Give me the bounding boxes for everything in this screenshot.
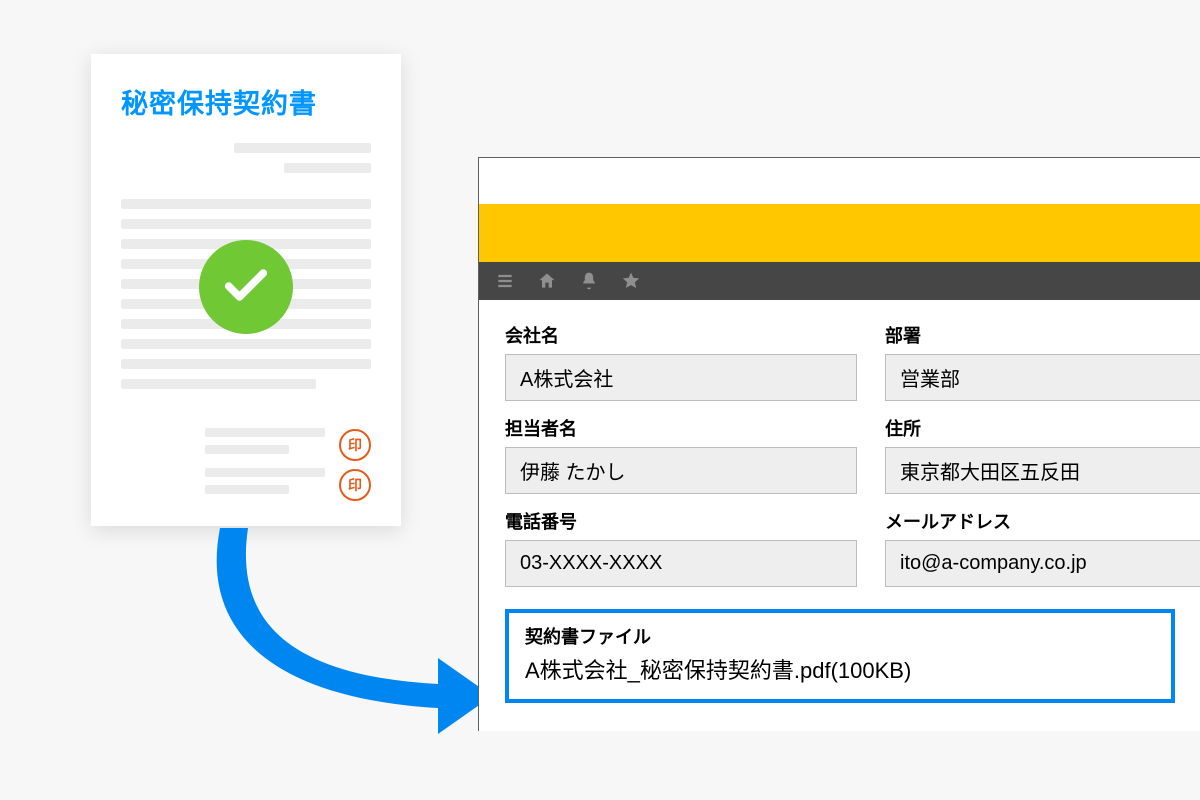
home-icon[interactable] (537, 271, 557, 291)
field-department: 部署 営業部 (885, 322, 1200, 401)
menu-icon[interactable] (495, 271, 515, 291)
form-body: 会社名 A株式会社 部署 営業部 担当者名 伊藤 たかし 住所 東京都大田区五反… (479, 300, 1200, 731)
window-toolbar (479, 262, 1200, 300)
document-body-lines (121, 199, 371, 399)
field-label: 担当者名 (505, 415, 857, 441)
company-input[interactable]: A株式会社 (505, 354, 857, 401)
signature-line-group (205, 468, 325, 502)
department-input[interactable]: 営業部 (885, 354, 1200, 401)
app-window: 会社名 A株式会社 部署 営業部 担当者名 伊藤 たかし 住所 東京都大田区五反… (478, 157, 1200, 731)
check-icon (220, 259, 272, 316)
check-badge (199, 240, 293, 334)
field-company: 会社名 A株式会社 (505, 322, 857, 401)
person-input[interactable]: 伊藤 たかし (505, 447, 857, 494)
window-titlebar (479, 158, 1200, 204)
stamp-icon: 印 (339, 469, 371, 501)
stamp-icon: 印 (339, 429, 371, 461)
field-person: 担当者名 伊藤 たかし (505, 415, 857, 494)
field-phone: 電話番号 03-XXXX-XXXX (505, 508, 857, 587)
field-label: メールアドレス (885, 508, 1200, 534)
window-header-bar (479, 204, 1200, 262)
stamp-section: 印 印 (121, 422, 371, 502)
field-address: 住所 東京都大田区五反田 (885, 415, 1200, 494)
field-label: 会社名 (505, 322, 857, 348)
document-card: 秘密保持契約書 印 印 (91, 54, 401, 526)
signature-line-group (205, 428, 325, 462)
email-input[interactable]: ito@a-company.co.jp (885, 540, 1200, 587)
contract-file-field[interactable]: 契約書ファイル A株式会社_秘密保持契約書.pdf(100KB) (505, 609, 1175, 703)
star-icon[interactable] (621, 271, 641, 291)
document-header-lines (121, 143, 371, 183)
address-input[interactable]: 東京都大田区五反田 (885, 447, 1200, 494)
flow-arrow (140, 510, 500, 750)
field-label: 電話番号 (505, 508, 857, 534)
bell-icon[interactable] (579, 271, 599, 291)
field-label: 部署 (885, 322, 1200, 348)
attached-file-name: A株式会社_秘密保持契約書.pdf(100KB) (525, 653, 1155, 685)
document-title: 秘密保持契約書 (121, 82, 371, 121)
field-email: メールアドレス ito@a-company.co.jp (885, 508, 1200, 587)
field-label: 住所 (885, 415, 1200, 441)
phone-input[interactable]: 03-XXXX-XXXX (505, 540, 857, 587)
field-label: 契約書ファイル (525, 623, 1155, 649)
